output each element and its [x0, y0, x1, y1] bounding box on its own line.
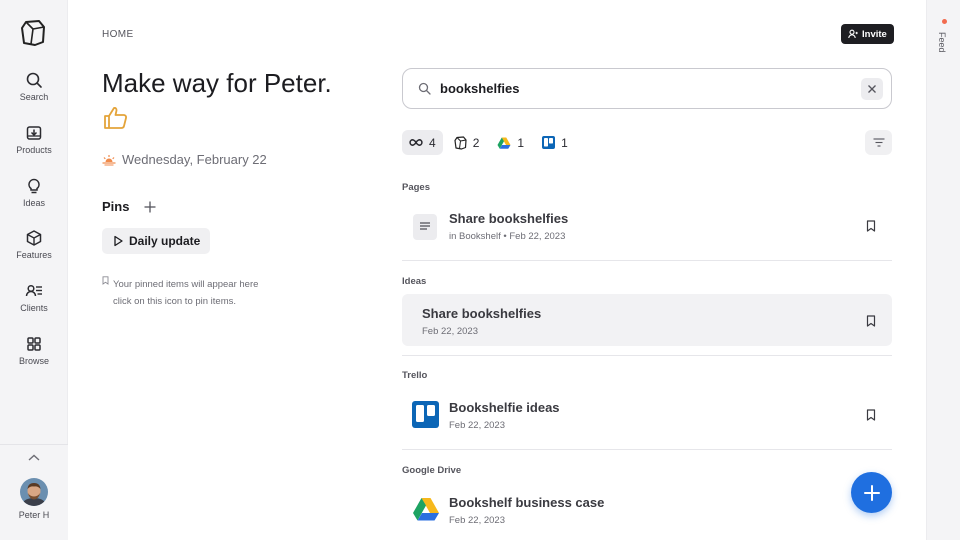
lightbulb-icon — [28, 178, 40, 194]
result-meta: in Bookshelf • Feb 22, 2023 — [449, 231, 566, 242]
divider — [402, 260, 892, 261]
search-input[interactable] — [440, 81, 840, 96]
divider — [402, 355, 892, 356]
sidebar-item-label: Search — [19, 92, 49, 102]
result-title: Share bookshelfies — [422, 306, 542, 321]
source-filters: 4 2 1 1 — [402, 130, 579, 155]
cube-icon — [26, 230, 42, 246]
result-trello[interactable]: Bookshelfie ideas Feb 22, 2023 — [402, 389, 892, 441]
group-label-ideas: Ideas — [402, 276, 427, 287]
trello-icon — [412, 401, 439, 428]
sunrise-icon — [102, 154, 116, 165]
bookmark-icon — [102, 276, 109, 285]
user-menu[interactable]: Peter H — [0, 444, 68, 540]
filter-trello[interactable]: 1 — [535, 130, 575, 155]
result-page[interactable]: Share bookshelfies in Bookshelf • Feb 22… — [402, 200, 892, 252]
group-label-trello: Trello — [402, 370, 428, 381]
result-meta: Feb 22, 2023 — [449, 420, 505, 431]
filter-count: 1 — [517, 135, 525, 150]
daily-update-label: Daily update — [129, 234, 201, 248]
sidebar-item-browse[interactable]: Browse — [0, 335, 68, 366]
user-name: Peter H — [18, 510, 50, 520]
add-user-icon — [848, 29, 858, 39]
infinity-icon — [409, 139, 423, 146]
page-title: Make way for Peter. — [102, 68, 332, 98]
grid-icon — [27, 337, 41, 351]
filter-lines-icon — [873, 138, 884, 147]
google-drive-icon — [413, 498, 439, 521]
filter-count: 1 — [561, 135, 568, 150]
filter-google-drive[interactable]: 1 — [490, 130, 531, 155]
daily-update-button[interactable]: Daily update — [102, 228, 211, 254]
create-new-button[interactable] — [851, 472, 892, 513]
sidebar-item-search[interactable]: Search — [0, 71, 68, 102]
pins-header: Pins — [102, 199, 157, 214]
invite-label: Invite — [862, 28, 887, 40]
sidebar-item-ideas[interactable]: Ideas — [0, 177, 68, 208]
result-idea[interactable]: Share bookshelfies Feb 22, 2023 — [402, 294, 892, 346]
close-icon — [868, 85, 876, 93]
plus-icon — [144, 201, 156, 212]
result-title: Share bookshelfies — [449, 211, 569, 226]
thumbs-up-icon — [104, 107, 127, 129]
bookmark-icon[interactable] — [866, 315, 876, 327]
sidebar: Search Products Ideas Features Clients B… — [0, 0, 68, 540]
trello-icon — [542, 136, 556, 149]
pins-empty-hint: Your pinned items will appear here click… — [102, 276, 258, 310]
result-google-drive[interactable]: Bookshelf business case Feb 22, 2023 — [402, 484, 892, 536]
plus-icon — [863, 484, 880, 501]
group-label-pages: Pages — [402, 182, 430, 193]
sidebar-item-features[interactable]: Features — [0, 229, 68, 260]
play-icon — [114, 235, 123, 247]
document-icon — [413, 214, 437, 240]
clients-icon — [25, 284, 42, 297]
clear-search-button[interactable] — [861, 78, 883, 100]
sidebar-item-clients[interactable]: Clients — [0, 282, 68, 313]
add-pin-button[interactable] — [143, 200, 157, 214]
sidebar-item-label: Clients — [20, 303, 48, 313]
result-title: Bookshelfie ideas — [449, 400, 560, 415]
inbox-download-icon — [26, 126, 42, 140]
filter-count: 4 — [429, 135, 436, 150]
search-bar — [402, 68, 892, 109]
feed-rail: Feed — [926, 0, 960, 540]
current-date: Wednesday, February 22 — [122, 152, 267, 167]
divider — [402, 449, 892, 450]
result-title: Bookshelf business case — [449, 495, 605, 510]
google-drive-icon — [497, 137, 511, 149]
bookmark-icon[interactable] — [866, 220, 876, 232]
avatar[interactable] — [20, 478, 48, 506]
filter-all[interactable]: 4 — [402, 130, 443, 155]
search-icon — [26, 72, 42, 88]
invite-button[interactable]: Invite — [841, 24, 894, 44]
breadcrumb[interactable]: HOME — [102, 29, 134, 40]
sidebar-item-label: Products — [16, 145, 52, 155]
pins-title: Pins — [102, 199, 130, 214]
sidebar-item-products[interactable]: Products — [0, 124, 68, 155]
sidebar-item-label: Browse — [18, 356, 49, 366]
workspace-logo-icon[interactable] — [20, 19, 46, 47]
result-meta: Feb 22, 2023 — [422, 326, 478, 337]
notification-dot — [942, 19, 947, 24]
result-meta: Feb 22, 2023 — [449, 515, 505, 526]
sidebar-item-label: Ideas — [22, 198, 46, 208]
filter-options-button[interactable] — [865, 130, 892, 155]
date-row: Wednesday, February 22 — [102, 152, 267, 167]
search-icon — [418, 82, 431, 95]
chevron-up-icon[interactable] — [27, 453, 41, 463]
filter-workspace[interactable]: 2 — [447, 130, 487, 155]
bookmark-icon[interactable] — [866, 409, 876, 421]
group-label-google-drive: Google Drive — [402, 465, 462, 476]
pins-hint-line1: Your pinned items will appear here — [113, 279, 259, 290]
feed-toggle[interactable]: Feed — [937, 32, 947, 53]
sidebar-item-label: Features — [16, 250, 52, 260]
pins-hint-line2: click on this icon to pin items. — [113, 296, 237, 307]
workspace-logo-icon — [454, 135, 467, 150]
filter-count: 2 — [472, 135, 480, 150]
